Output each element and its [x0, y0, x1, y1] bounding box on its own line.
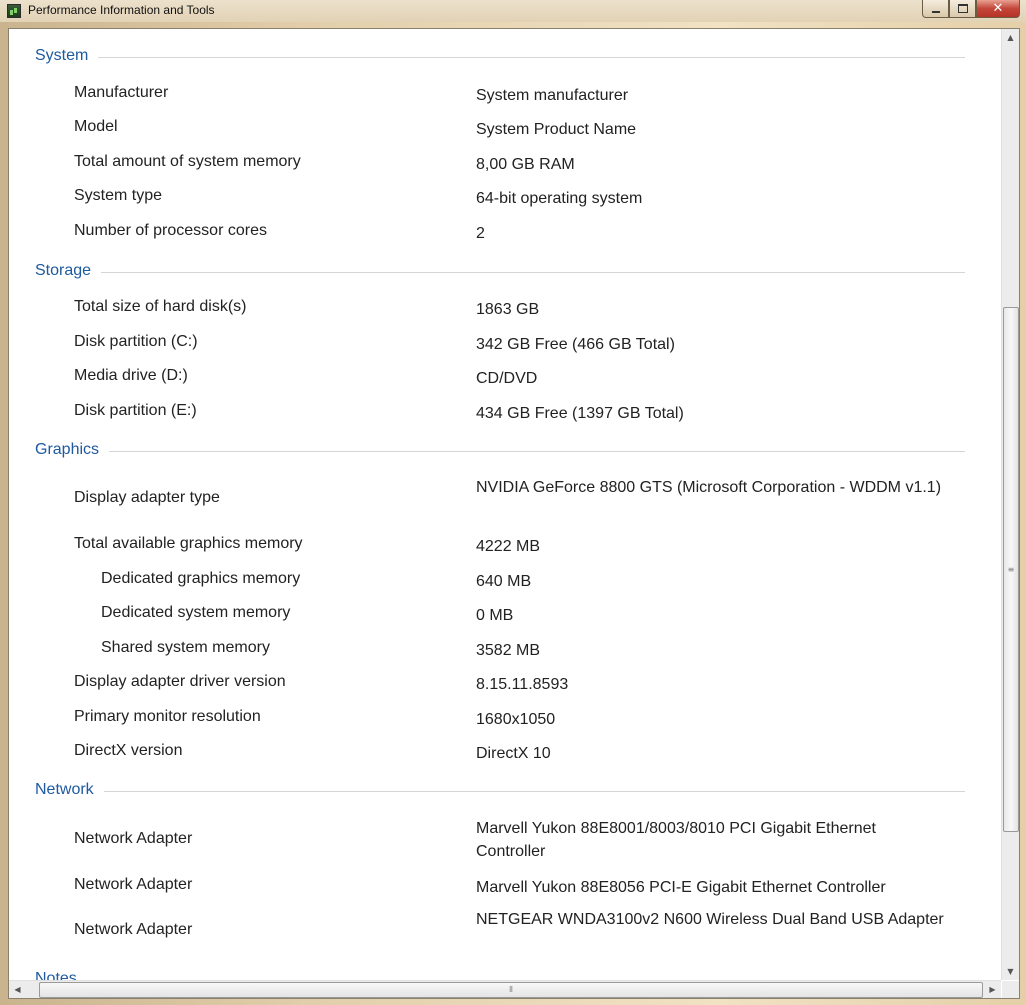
detail-value: 8.15.11.8593 — [476, 676, 569, 693]
detail-label: Shared system memory — [101, 639, 270, 656]
detail-label: Display adapter driver version — [74, 673, 286, 690]
section-network: Network — [35, 780, 965, 800]
detail-value: 2 — [476, 225, 485, 242]
scroll-down-arrow-icon[interactable]: ▼ — [1002, 963, 1019, 980]
detail-label: Dedicated system memory — [101, 604, 291, 621]
detail-value: NETGEAR WNDA3100v2 N600 Wireless Dual Ba… — [476, 911, 944, 928]
window-controls: ✕ — [922, 0, 1020, 18]
maximize-button[interactable] — [949, 0, 976, 18]
detail-label: Network Adapter — [74, 830, 193, 847]
section-title-graphics: Graphics — [35, 441, 100, 458]
section-divider — [98, 56, 965, 58]
detail-label: Network Adapter — [74, 921, 193, 938]
detail-label: Manufacturer — [74, 84, 169, 101]
detail-value: 1680x1050 — [476, 711, 556, 728]
detail-label: Disk partition (E:) — [74, 402, 197, 419]
close-button[interactable]: ✕ — [976, 0, 1020, 18]
detail-label: Disk partition (C:) — [74, 333, 198, 350]
section-notes: Notes — [35, 969, 965, 980]
detail-row-network-adapter: Network Adapter NETGEAR WNDA3100v2 N600 … — [9, 910, 1001, 956]
detail-value: NVIDIA GeForce 8800 GTS (Microsoft Corpo… — [476, 479, 942, 496]
detail-label: Network Adapter — [74, 876, 193, 893]
detail-label: Dedicated graphics memory — [101, 570, 301, 587]
detail-value: 64-bit operating system — [476, 190, 643, 207]
section-title-storage: Storage — [35, 262, 92, 279]
section-title-system: System — [35, 47, 89, 64]
detail-value: 0 MB — [476, 607, 514, 624]
section-divider — [109, 450, 965, 452]
grip-icon: ≡ — [1007, 565, 1015, 574]
detail-label: Display adapter type — [74, 489, 220, 506]
detail-label: Primary monitor resolution — [74, 708, 261, 725]
details-content: System Manufacturer System manufacturer … — [9, 29, 1001, 980]
section-title-network: Network — [35, 781, 94, 798]
detail-label: Total size of hard disk(s) — [74, 298, 247, 315]
section-title-notes: Notes — [35, 970, 77, 980]
section-divider — [101, 271, 965, 273]
detail-value: DirectX 10 — [476, 745, 551, 762]
detail-label: Model — [74, 118, 118, 135]
detail-value: 434 GB Free (1397 GB Total) — [476, 405, 684, 422]
detail-row-network-adapter: Network Adapter Marvell Yukon 88E8001/80… — [9, 819, 1001, 865]
scroll-right-arrow-icon[interactable]: ▶ — [984, 981, 1001, 998]
detail-value: 640 MB — [476, 573, 532, 590]
detail-value: 8,00 GB RAM — [476, 156, 575, 173]
detail-label: Total available graphics memory — [74, 535, 303, 552]
close-icon: ✕ — [992, 1, 1004, 16]
detail-label: System type — [74, 187, 163, 204]
window-title: Performance Information and Tools — [28, 3, 215, 17]
horizontal-scrollbar[interactable]: ◀ ⦀ ▶ — [9, 980, 1001, 998]
scroll-left-arrow-icon[interactable]: ◀ — [9, 981, 26, 998]
detail-value: 3582 MB — [476, 642, 541, 659]
vertical-scroll-thumb[interactable]: ≡ — [1003, 307, 1019, 832]
grip-icon: ⦀ — [509, 985, 513, 994]
section-system: System — [35, 46, 965, 66]
detail-value: System manufacturer — [476, 87, 629, 104]
minimize-button[interactable] — [922, 0, 949, 18]
detail-row-display-adapter: Display adapter type NVIDIA GeForce 8800… — [9, 478, 1001, 524]
maximize-icon — [957, 4, 968, 13]
detail-value: Marvell Yukon 88E8056 PCI-E Gigabit Ethe… — [476, 879, 886, 896]
detail-value: System Product Name — [476, 121, 637, 138]
detail-value: CD/DVD — [476, 370, 538, 387]
detail-label: Total amount of system memory — [74, 153, 301, 170]
detail-label: DirectX version — [74, 742, 183, 759]
section-graphics: Graphics — [35, 440, 965, 460]
scrollbar-corner — [1002, 981, 1019, 998]
details-panel: System Manufacturer System manufacturer … — [8, 28, 1020, 999]
vertical-scrollbar[interactable]: ▲ ≡ ▼ — [1001, 29, 1019, 980]
detail-label: Media drive (D:) — [74, 367, 188, 384]
detail-value: 1863 GB — [476, 301, 540, 318]
detail-value: 342 GB Free (466 GB Total) — [476, 336, 675, 353]
detail-label: Number of processor cores — [74, 222, 267, 239]
title-bar[interactable]: Performance Information and Tools ✕ — [0, 0, 1026, 22]
app-window: Performance Information and Tools ✕ Syst… — [0, 0, 1026, 1005]
section-divider — [103, 790, 965, 792]
section-storage: Storage — [35, 261, 965, 281]
scroll-up-arrow-icon[interactable]: ▲ — [1002, 29, 1019, 46]
detail-value: Marvell Yukon 88E8001/8003/8010 PCI Giga… — [476, 820, 876, 860]
minimize-icon — [931, 10, 940, 13]
performance-app-icon — [7, 4, 21, 18]
detail-value: 4222 MB — [476, 538, 541, 555]
horizontal-scroll-thumb[interactable]: ⦀ — [39, 982, 983, 998]
